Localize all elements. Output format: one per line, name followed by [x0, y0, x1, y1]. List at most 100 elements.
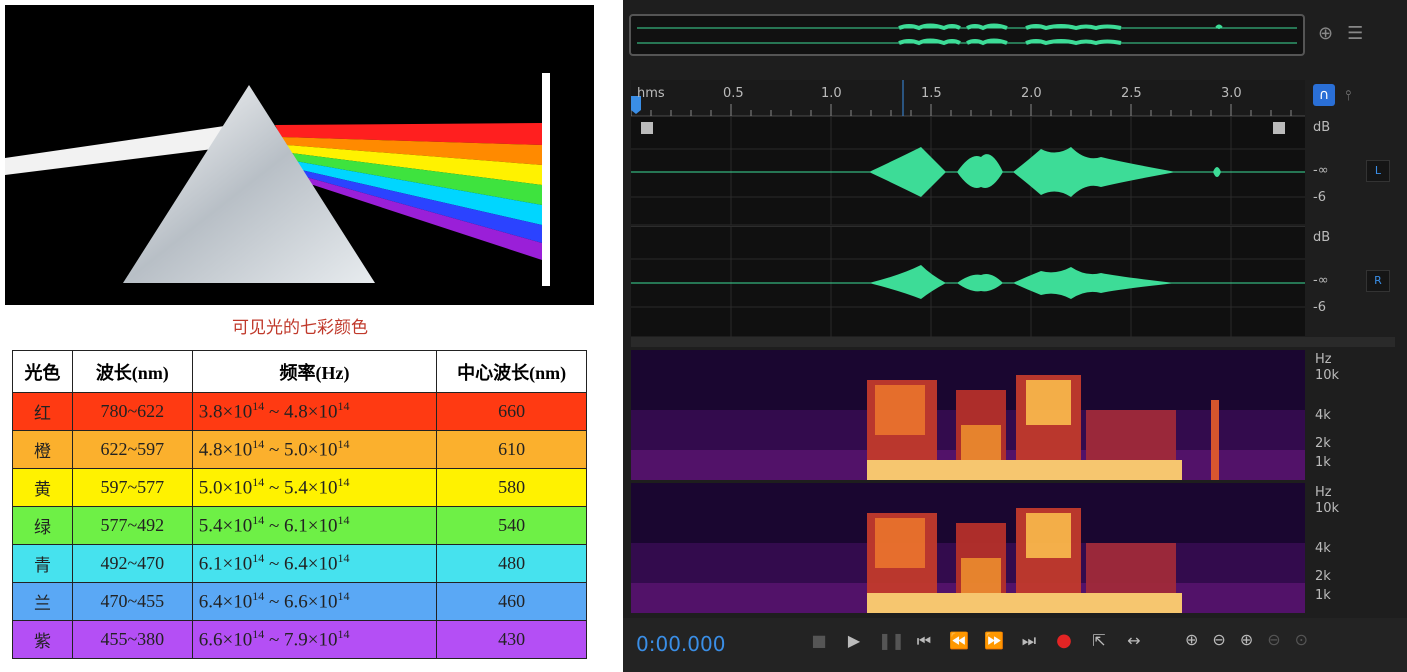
db-label: -6: [1313, 300, 1326, 315]
color-name-cell: 红: [12, 392, 73, 431]
wavelength-cell: 622~597: [71, 430, 193, 469]
prism-illustration: [5, 73, 550, 286]
ruler-tick-label: 2.5: [1121, 86, 1142, 101]
wavelength-cell: 577~492: [71, 506, 193, 545]
fade-in-handle: [641, 122, 653, 134]
freq-high-exp: 14: [337, 551, 350, 566]
freq-low-exp: 14: [252, 475, 265, 490]
prism-dispersion-image: [5, 5, 594, 305]
zoom-in-time-icon[interactable]: ⊕: [1240, 630, 1253, 649]
frequency-cell: 6.4×1014 ~ 6.6×1014: [191, 582, 438, 621]
freq-high: 5.0×10: [283, 439, 338, 461]
fast-forward-icon[interactable]: ⏩: [983, 631, 1005, 650]
time-ruler[interactable]: hms 0.5 1.0 1.5 2.0 2.5 3.0: [631, 80, 1305, 116]
header-wavelength: 波长(nm): [71, 350, 193, 393]
hz-label: 4k: [1315, 408, 1331, 423]
transport-bar: 0:00.000 ■ ▶ ❚❚ ⏮ ⏪ ⏩ ⏭ ● ⇱ ↔ ⊕ ⊖ ⊕ ⊖ ⊙: [623, 618, 1407, 672]
hz-label: 1k: [1315, 588, 1331, 603]
view-split-handle[interactable]: [631, 337, 1395, 347]
db-scale-right: dB -∞ -6 R: [1305, 226, 1395, 336]
db-label: -∞: [1313, 273, 1329, 288]
freq-low-exp: 14: [252, 437, 265, 452]
wavelength-cell: 492~470: [71, 544, 193, 583]
color-name-cell: 橙: [12, 430, 73, 469]
ruler-tick-label: 3.0: [1221, 86, 1242, 101]
spectrum-table-body: 红 780~622 3.8×1014 ~ 4.8×1014 660 橙 622~597 4.…: [12, 392, 587, 659]
freq-high: 6.6×10: [283, 591, 338, 613]
pause-icon[interactable]: ❚❚: [878, 631, 905, 650]
channel-left-button[interactable]: L: [1366, 160, 1390, 182]
freq-high: 5.4×10: [283, 477, 338, 499]
color-name-cell: 紫: [12, 620, 73, 659]
spectrogram-left-channel[interactable]: [631, 350, 1305, 480]
channel-right-button[interactable]: R: [1366, 270, 1390, 292]
freq-low-exp: 14: [252, 627, 265, 642]
freq-low: 3.8×10: [198, 401, 253, 423]
record-icon[interactable]: ●: [1053, 630, 1075, 651]
hz-label: 10k: [1315, 501, 1340, 516]
ruler-tick-label: 2.0: [1021, 86, 1042, 101]
spectrum-table: 光色 波长(nm) 频率(Hz) 中心波长(nm) 红 780~622 3.8×10…: [12, 350, 587, 659]
center-wavelength-cell: 430: [436, 620, 587, 659]
frequency-cell: 6.1×1014 ~ 6.4×1014: [191, 544, 438, 583]
ruler-tick-label: 1.5: [921, 86, 942, 101]
hz-unit: Hz: [1315, 485, 1332, 500]
freq-low-exp: 14: [252, 589, 265, 604]
overview-waveform-graphic: [637, 23, 1297, 46]
spectrogram-right-channel[interactable]: [631, 483, 1305, 613]
frequency-cell: 5.0×1014 ~ 5.4×1014: [191, 468, 438, 507]
zoom-out-full-icon[interactable]: ⊙: [1295, 630, 1308, 649]
ruler-tools: ∩ ⫯: [1313, 84, 1351, 108]
zoom-navigator-icon[interactable]: ⊕: [1318, 22, 1333, 46]
rewind-icon[interactable]: ⏪: [948, 631, 970, 650]
db-label: -6: [1313, 190, 1326, 205]
stop-icon[interactable]: ■: [808, 631, 830, 650]
skip-selection-icon[interactable]: ↔: [1123, 631, 1145, 650]
hz-label: 2k: [1315, 436, 1331, 451]
waveform-right-channel[interactable]: [631, 226, 1305, 337]
marker-pin-icon[interactable]: ⫯: [1345, 84, 1351, 108]
table-row: 黄 597~577 5.0×1014 ~ 5.4×1014 580: [12, 468, 587, 507]
freq-high: 7.9×10: [283, 629, 338, 651]
overview-tools: ⊕ ☰: [1318, 22, 1363, 46]
freq-low: 4.8×10: [198, 439, 253, 461]
db-unit: dB: [1313, 120, 1331, 135]
overview-waveform[interactable]: [629, 14, 1305, 56]
menu-icon[interactable]: ☰: [1347, 22, 1363, 46]
freq-low: 6.4×10: [198, 591, 253, 613]
loop-playback-icon[interactable]: ⇱: [1088, 631, 1110, 650]
zoom-in-amplitude-icon[interactable]: ⊕: [1185, 630, 1198, 649]
color-name-cell: 青: [12, 544, 73, 583]
table-row: 兰 470~455 6.4×1014 ~ 6.6×1014 460: [12, 582, 587, 621]
waveform-left-channel[interactable]: [631, 116, 1305, 225]
freq-high-exp: 14: [337, 475, 350, 490]
zoom-out-amplitude-icon[interactable]: ⊖: [1212, 630, 1225, 649]
frequency-cell: 5.4×1014 ~ 6.1×1014: [191, 506, 438, 545]
center-wavelength-cell: 480: [436, 544, 587, 583]
freq-low: 5.0×10: [198, 477, 253, 499]
zoom-out-time-icon[interactable]: ⊖: [1267, 630, 1280, 649]
skip-to-start-icon[interactable]: ⏮: [913, 631, 935, 651]
freq-low: 6.1×10: [198, 553, 253, 575]
ruler-tick-label: 1.0: [821, 86, 842, 101]
frequency-cell: 4.8×1014 ~ 5.0×1014: [191, 430, 438, 469]
db-unit: dB: [1313, 230, 1331, 245]
table-header-row: 光色 波长(nm) 频率(Hz) 中心波长(nm): [12, 350, 587, 393]
hz-scale-right: Hz 10k 4k 2k 1k: [1305, 483, 1395, 613]
audio-editor: ⊕ ☰ hms 0.5 1.0 1.5 2.0 2.5 3.0 ∩ ⫯ dB -…: [623, 0, 1407, 672]
hz-unit: Hz: [1315, 352, 1332, 367]
waveform-left-graphic: [631, 117, 1305, 225]
skip-to-end-icon[interactable]: ⏭: [1018, 631, 1040, 651]
wavelength-cell: 780~622: [71, 392, 193, 431]
timecode-display[interactable]: 0:00.000: [636, 632, 725, 656]
play-icon[interactable]: ▶: [843, 631, 865, 650]
hz-label: 1k: [1315, 455, 1331, 470]
hz-label: 4k: [1315, 541, 1331, 556]
hz-scale-left: Hz 10k 4k 2k 1k: [1305, 350, 1395, 480]
snap-magnet-icon[interactable]: ∩: [1313, 84, 1335, 106]
freq-high-exp: 14: [337, 513, 350, 528]
header-color: 光色: [12, 350, 73, 393]
center-wavelength-cell: 580: [436, 468, 587, 507]
ruler-tick-label: 0.5: [723, 86, 744, 101]
waveform-right-graphic: [631, 227, 1305, 337]
